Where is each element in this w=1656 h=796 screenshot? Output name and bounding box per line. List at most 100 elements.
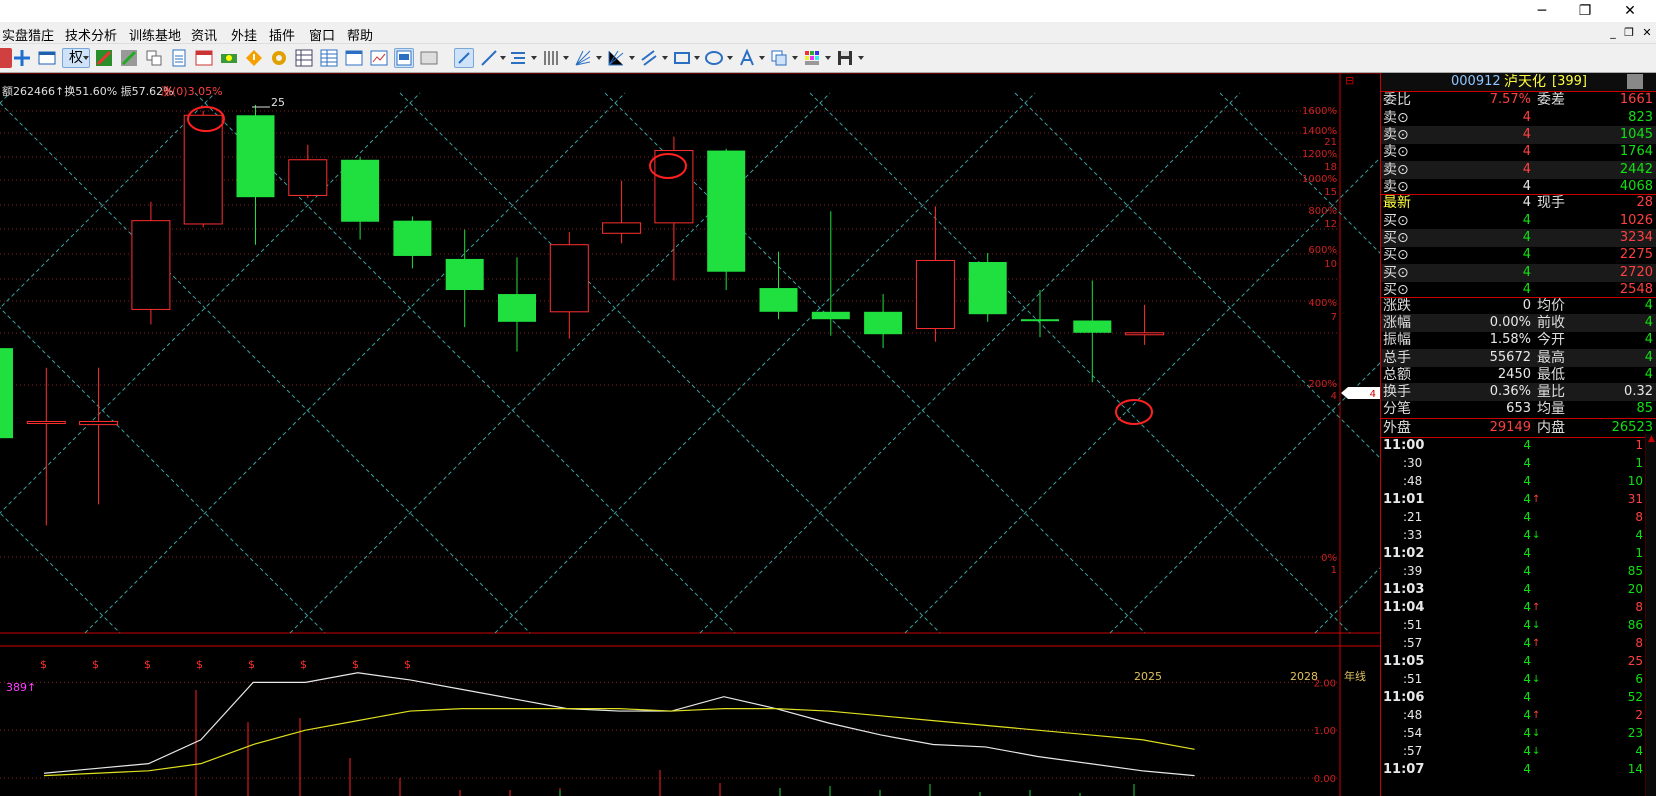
kline-chart[interactable]: $ $ $ $ $ $ $ $ 1600%1400%211200%181000%15800%1… xyxy=(0,73,1380,796)
tick-time: :30 xyxy=(1403,456,1423,470)
parallel-lines-icon[interactable] xyxy=(508,48,528,68)
dividend-marker[interactable]: $ xyxy=(92,658,99,671)
sell-level-2[interactable]: 卖⊙ 4 1045 xyxy=(1381,126,1656,145)
dividend-marker[interactable]: $ xyxy=(40,658,47,671)
gann-icon[interactable] xyxy=(606,48,626,68)
price-axis-label: 1000% xyxy=(1302,174,1337,185)
price-axis-label: 400% xyxy=(1308,298,1337,309)
stat-label-2: 前收 xyxy=(1537,315,1565,332)
chevron-down-icon[interactable] xyxy=(596,56,602,60)
candle[interactable] xyxy=(707,148,746,291)
stat-row: 总手 55672 最高 4 xyxy=(1381,348,1656,367)
latest-row: 最新 4 现手 28 xyxy=(1381,194,1656,212)
table-icon[interactable] xyxy=(319,48,339,68)
crosshair-icon[interactable] xyxy=(12,48,32,68)
sell-level-4[interactable]: 卖⊙ 4 2442 xyxy=(1381,160,1656,179)
chevron-down-icon[interactable] xyxy=(531,56,537,60)
menu-shipanliezhuang[interactable]: 实盘猎庄 xyxy=(2,25,54,44)
mdi-close-button[interactable]: ✕ xyxy=(1640,26,1654,39)
candle[interactable] xyxy=(968,253,1007,322)
line-chart-icon[interactable] xyxy=(369,48,389,68)
chevron-down-icon[interactable] xyxy=(83,56,89,60)
sell-level-3[interactable]: 卖⊙ 4 1764 xyxy=(1381,143,1656,161)
menu-chuangkou[interactable]: 窗口 xyxy=(309,25,335,44)
tick-time: :33 xyxy=(1403,528,1423,542)
window-chart-icon[interactable] xyxy=(344,48,364,68)
save-icon[interactable] xyxy=(835,48,855,68)
text-tool-icon[interactable] xyxy=(737,48,757,68)
chevron-down-icon[interactable] xyxy=(662,56,668,60)
tick-time: 11:03 xyxy=(1383,582,1425,597)
menu-bangzhu[interactable]: 帮助 xyxy=(347,25,373,44)
chevron-down-icon[interactable] xyxy=(629,56,635,60)
tick-price: 4 xyxy=(1523,636,1531,650)
chevron-down-icon[interactable] xyxy=(563,56,569,60)
rectangle-icon[interactable] xyxy=(672,48,692,68)
neipan-label: 内盘 xyxy=(1537,420,1565,436)
sell-level-1[interactable]: 卖⊙ 4 823 xyxy=(1381,109,1656,127)
buy-level-3[interactable]: 买⊙ 4 2275 xyxy=(1381,246,1656,264)
copy-shapes-icon[interactable] xyxy=(769,48,789,68)
tick-row: :57 4 ↑ 8 xyxy=(1381,635,1656,653)
vertical-lines-icon[interactable] xyxy=(541,48,561,68)
axis-corner-icon[interactable]: ⊟ xyxy=(1345,74,1354,87)
dividend-marker[interactable]: $ xyxy=(144,658,151,671)
window-icon[interactable] xyxy=(37,48,57,68)
tick-time: :39 xyxy=(1403,564,1423,578)
dividend-marker[interactable]: $ xyxy=(404,658,411,671)
restore-button[interactable]: ❐ xyxy=(1565,0,1605,22)
tick-scrollbar[interactable]: ▲ xyxy=(1645,434,1656,796)
calendar-icon[interactable] xyxy=(194,48,214,68)
chevron-down-icon[interactable] xyxy=(694,56,700,60)
stock-logo-icon[interactable] xyxy=(1627,74,1643,89)
chart-red-icon[interactable] xyxy=(94,48,114,68)
mdi-minimize-button[interactable]: _ xyxy=(1606,26,1620,39)
mdi-restore-button[interactable]: ❐ xyxy=(1622,26,1636,39)
money-icon[interactable] xyxy=(219,48,239,68)
copy-icon[interactable] xyxy=(144,48,164,68)
menu-xunlianjidi[interactable]: 训练基地 xyxy=(129,25,181,44)
warning-icon[interactable] xyxy=(244,48,264,68)
stat-value-2: 4 xyxy=(1644,332,1653,348)
color-palette-icon[interactable] xyxy=(802,48,822,68)
draw-cursor-icon[interactable] xyxy=(454,48,474,68)
price-axis-label: 1 xyxy=(1331,565,1337,576)
layout-icon[interactable] xyxy=(394,48,414,68)
candle[interactable] xyxy=(0,345,13,446)
dividend-marker[interactable]: $ xyxy=(300,658,307,671)
document-icon[interactable] xyxy=(169,48,189,68)
scroll-up-icon[interactable]: ▲ xyxy=(1646,434,1656,444)
menu-zixun[interactable]: 资讯 xyxy=(191,25,217,44)
chevron-down-icon[interactable] xyxy=(792,56,798,60)
chevron-down-icon[interactable] xyxy=(825,56,831,60)
close-button[interactable]: ✕ xyxy=(1610,0,1650,22)
tick-arrow: ↓ xyxy=(1532,728,1541,739)
menu-chajian[interactable]: 插件 xyxy=(269,25,295,44)
tick-row: :57 4 ↓ 4 xyxy=(1381,743,1656,761)
chevron-down-icon[interactable] xyxy=(759,56,765,60)
chevron-down-icon[interactable] xyxy=(727,56,733,60)
menu-waigua[interactable]: 外挂 xyxy=(231,25,257,44)
buy-level-4[interactable]: 买⊙ 4 2720 xyxy=(1381,263,1656,282)
minimize-button[interactable]: ─ xyxy=(1522,0,1562,22)
tick-price: 4 xyxy=(1523,618,1531,632)
grid-icon[interactable] xyxy=(294,48,314,68)
buy-volume: 1026 xyxy=(1619,213,1653,228)
buy-level-1[interactable]: 买⊙ 4 1026 xyxy=(1381,212,1656,230)
dividend-marker[interactable]: $ xyxy=(196,658,203,671)
chevron-down-icon[interactable] xyxy=(858,56,864,60)
fan-lines-icon[interactable] xyxy=(573,48,593,68)
trendline-icon[interactable] xyxy=(479,48,499,68)
chart-grey-icon[interactable] xyxy=(119,48,139,68)
ellipse-icon[interactable] xyxy=(704,48,724,68)
dividend-marker[interactable]: $ xyxy=(352,658,359,671)
menu-jishufenxi[interactable]: 技术分析 xyxy=(65,25,117,44)
dividend-marker[interactable]: $ xyxy=(248,658,255,671)
picture-icon[interactable] xyxy=(419,48,439,68)
red-flag-icon[interactable] xyxy=(0,48,12,68)
gear-icon[interactable] xyxy=(269,48,289,68)
chevron-down-icon[interactable] xyxy=(500,56,506,60)
tick-arrow: ↓ xyxy=(1532,674,1541,685)
channel-icon[interactable] xyxy=(639,48,659,68)
buy-level-2[interactable]: 买⊙ 4 3234 xyxy=(1381,229,1656,248)
